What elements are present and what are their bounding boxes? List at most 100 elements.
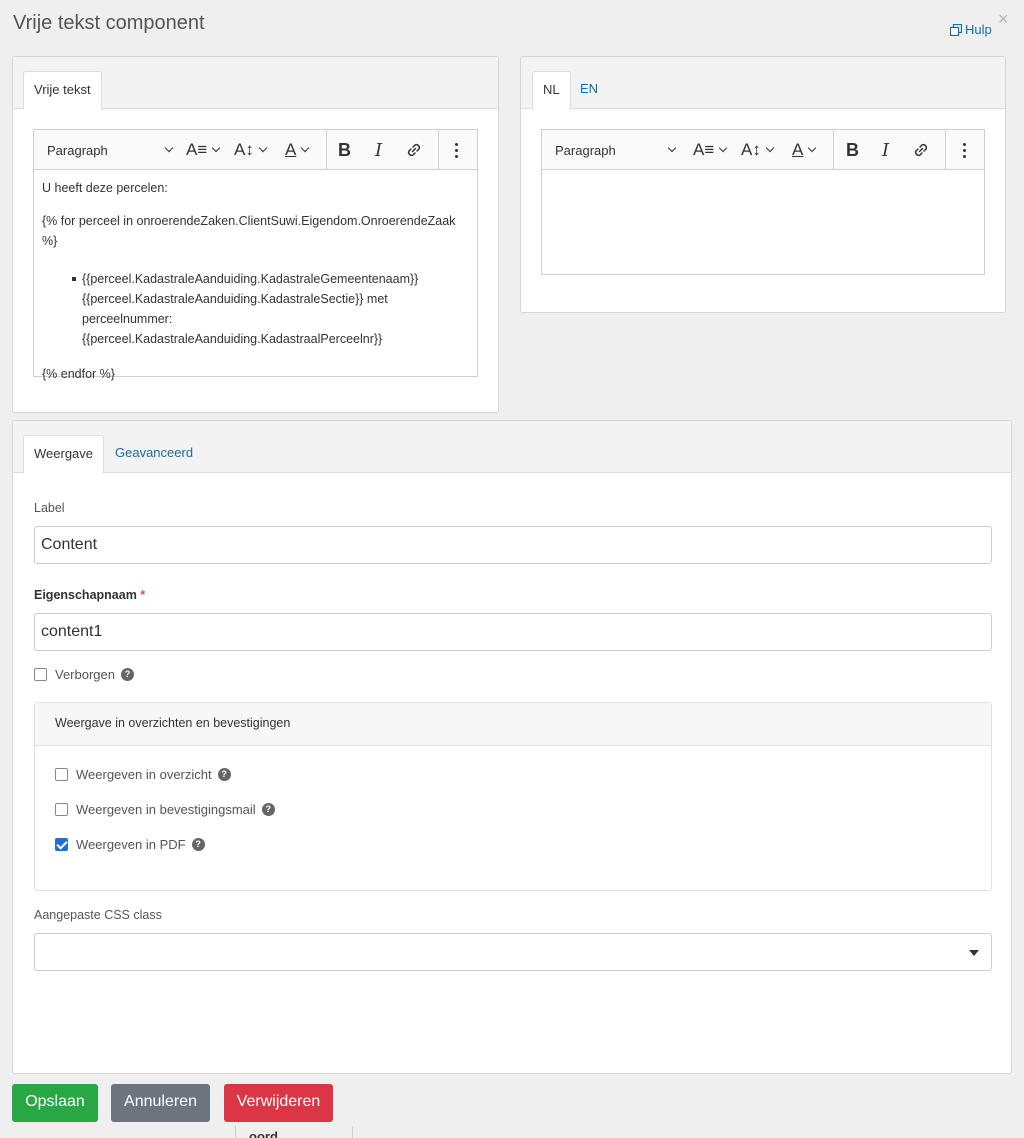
display-option-row[interactable]: Weergeven in overzicht ? <box>55 767 231 782</box>
overview-checkbox-label: Weergeven in overzicht <box>76 767 212 782</box>
modal-title: Vrije tekst component <box>13 12 205 34</box>
display-option-row[interactable]: Weergeven in PDF ? <box>55 837 205 852</box>
font-size-icon: A↕ <box>741 140 761 159</box>
toolbar-separator <box>326 130 327 170</box>
right-editor-panel: NL EN Paragraph A≡ A↕ A B I <box>520 56 1006 313</box>
background-table-fragment: oord <box>235 1126 353 1138</box>
pdf-checkbox[interactable] <box>55 838 68 851</box>
property-name-label: Eigenschapnaam * <box>34 588 145 602</box>
bold-icon: B <box>338 139 351 160</box>
confirmation-mail-checkbox-label: Weergeven in bevestigingsmail <box>76 802 256 817</box>
italic-icon: I <box>882 139 890 161</box>
tab-geavanceerd[interactable]: Geavanceerd <box>105 435 203 474</box>
chevron-down-icon <box>212 143 221 153</box>
heading-dropdown[interactable]: Paragraph <box>555 130 677 170</box>
bullet-text: perceelnummer: <box>82 312 173 326</box>
heading-dropdown-label: Paragraph <box>555 142 616 158</box>
display-options-fieldset: Weergave in overzichten en bevestigingen… <box>34 702 992 891</box>
tab-nl[interactable]: NL <box>532 71 571 110</box>
editor-content[interactable]: U heeft deze percelen: {% for perceel in… <box>42 170 469 384</box>
confirmation-mail-checkbox[interactable] <box>55 803 68 816</box>
font-family-dropdown[interactable]: A≡ <box>693 130 728 170</box>
help-link[interactable]: Hulp <box>950 22 992 37</box>
italic-button[interactable]: I <box>882 130 889 170</box>
hidden-checkbox-label: Verborgen <box>55 667 115 682</box>
tab-weergave[interactable]: Weergave <box>23 435 105 474</box>
bullet-text: {{perceel.KadastraleAanduiding.Kadastral… <box>82 292 388 306</box>
help-circle-icon[interactable]: ? <box>261 803 275 816</box>
more-options-button[interactable] <box>963 130 966 170</box>
chevron-down-icon <box>765 143 775 153</box>
font-family-icon: A≡ <box>693 140 715 159</box>
hidden-checkbox-row[interactable]: Verborgen ? <box>34 667 134 682</box>
list-item: {{perceel.KadastraleAanduiding.Kadastral… <box>42 269 469 349</box>
right-rich-text-editor[interactable]: Paragraph A≡ A↕ A B I <box>541 129 985 275</box>
settings-panel: Weergave Geavanceerd Label Content Eigen… <box>12 420 1012 1074</box>
editor-toolbar: Paragraph A≡ A↕ A B I <box>34 130 477 170</box>
font-size-dropdown[interactable]: A↕ <box>234 130 268 170</box>
cancel-button[interactable]: Annuleren <box>111 1084 210 1122</box>
toolbar-separator <box>945 130 946 170</box>
more-vertical-icon <box>455 142 458 158</box>
heading-dropdown[interactable]: Paragraph <box>47 130 174 170</box>
display-options-title: Weergave in overzichten en bevestigingen <box>35 703 991 746</box>
tab-en[interactable]: EN <box>570 71 608 110</box>
content-line: {% for perceel in onroerendeZaken.Client… <box>42 214 456 248</box>
font-color-icon: A <box>792 140 804 159</box>
bold-button[interactable]: B <box>846 130 859 170</box>
chevron-down-icon <box>667 143 677 153</box>
italic-icon: I <box>375 139 383 161</box>
caret-down-icon <box>969 950 979 956</box>
link-icon <box>407 143 421 157</box>
save-button[interactable]: Opslaan <box>12 1084 98 1122</box>
font-family-dropdown[interactable]: A≡ <box>186 130 221 170</box>
help-circle-icon[interactable]: ? <box>191 838 205 851</box>
property-name-label-text: Eigenschapnaam <box>34 588 137 602</box>
help-label: Hulp <box>965 22 992 37</box>
label-input[interactable]: Content <box>34 526 992 564</box>
tab-vrije-tekst[interactable]: Vrije tekst <box>23 71 102 110</box>
chevron-down-icon <box>164 143 174 153</box>
property-name-input[interactable]: content1 <box>34 613 992 651</box>
bold-button[interactable]: B <box>338 130 351 170</box>
font-color-dropdown[interactable]: A <box>792 130 817 170</box>
font-size-icon: A↕ <box>234 140 254 159</box>
required-mark: * <box>140 588 146 602</box>
label-field-label: Label <box>34 501 65 515</box>
right-editor-tabbar: NL EN <box>521 57 1005 110</box>
left-editor-panel: Vrije tekst Paragraph A≡ A↕ A B I U heef… <box>12 56 499 413</box>
left-rich-text-editor[interactable]: Paragraph A≡ A↕ A B I U heeft deze perce… <box>33 129 478 381</box>
pdf-checkbox-label: Weergeven in PDF <box>76 837 186 852</box>
font-size-dropdown[interactable]: A↕ <box>741 130 775 170</box>
help-circle-icon[interactable]: ? <box>217 768 231 781</box>
chevron-down-icon <box>301 143 310 153</box>
more-options-button[interactable] <box>455 130 458 170</box>
content-line: U heeft deze percelen: <box>42 181 168 195</box>
delete-button[interactable]: Verwijderen <box>224 1084 333 1122</box>
chevron-down-icon <box>258 143 268 153</box>
bullet-text: {{perceel.KadastraleAanduiding.Kadastral… <box>82 272 419 286</box>
link-button[interactable] <box>405 130 423 170</box>
close-button[interactable]: × <box>998 9 1009 30</box>
bullet-text: {{perceel.KadastraleAanduiding.Kadastraa… <box>82 332 383 346</box>
toolbar-separator <box>438 130 439 170</box>
link-button[interactable] <box>912 130 930 170</box>
font-color-dropdown[interactable]: A <box>285 130 310 170</box>
hidden-checkbox[interactable] <box>34 668 47 681</box>
toolbar-separator <box>833 130 834 170</box>
italic-button[interactable]: I <box>375 130 382 170</box>
left-editor-tabbar: Vrije tekst <box>13 57 498 110</box>
overview-checkbox[interactable] <box>55 768 68 781</box>
help-circle-icon[interactable]: ? <box>121 668 134 681</box>
content-line: {% endfor %} <box>42 367 115 381</box>
chevron-down-icon <box>719 143 728 153</box>
display-option-row[interactable]: Weergeven in bevestigingsmail ? <box>55 802 275 817</box>
font-family-icon: A≡ <box>186 140 208 159</box>
bold-icon: B <box>846 139 859 160</box>
editor-toolbar: Paragraph A≡ A↕ A B I <box>542 130 984 170</box>
external-window-icon <box>950 23 962 36</box>
chevron-down-icon <box>808 143 817 153</box>
css-class-select[interactable] <box>34 933 992 971</box>
css-class-label: Aangepaste CSS class <box>34 908 162 922</box>
settings-tabbar: Weergave Geavanceerd <box>13 421 1011 474</box>
